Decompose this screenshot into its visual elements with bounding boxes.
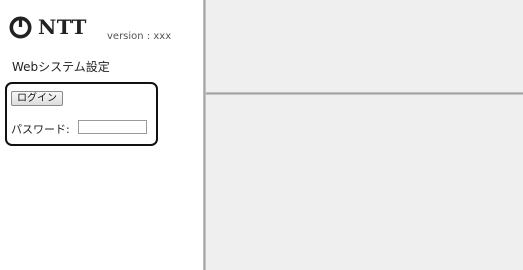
navigation-frame: NTT version : xxx Webシステム設定 ログイン パスワード: [0, 0, 203, 270]
ntt-logo-icon [9, 16, 32, 39]
password-field[interactable] [78, 120, 147, 134]
header-frame [206, 0, 523, 92]
password-label: パスワード: [11, 123, 70, 136]
login-button[interactable]: ログイン [11, 91, 63, 106]
page-title: Webシステム設定 [12, 60, 110, 74]
ntt-logo: NTT [9, 12, 87, 42]
content-frame [206, 95, 523, 270]
logo-text: NTT [38, 15, 87, 39]
version-label: version : xxx [107, 31, 172, 42]
